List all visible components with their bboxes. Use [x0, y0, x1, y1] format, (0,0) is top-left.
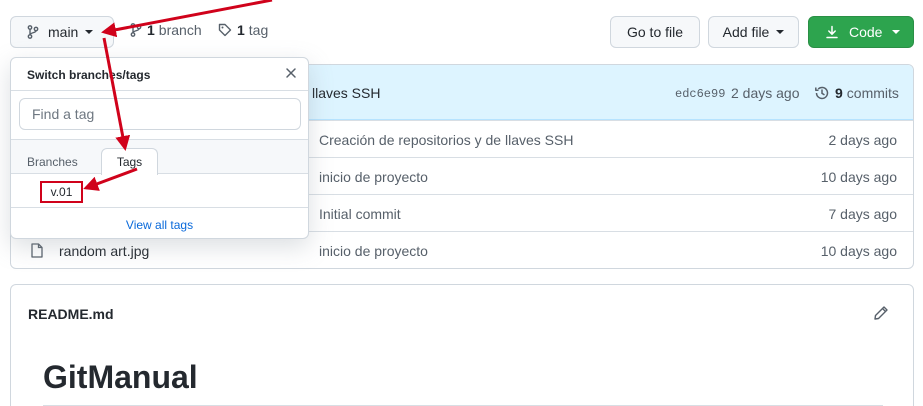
tags-link[interactable]: 1 tag — [218, 22, 268, 38]
go-to-file-label: Go to file — [626, 24, 684, 40]
divider — [11, 207, 308, 208]
tags-count: 1 — [237, 22, 245, 38]
file-commit-message[interactable]: Creación de repositorios y de llaves SSH — [319, 132, 573, 148]
commit-age: 2 days ago — [731, 85, 800, 101]
branches-count: 1 — [147, 22, 155, 38]
tag-name: v.01 — [50, 185, 73, 199]
commits-count: 9 — [835, 85, 843, 101]
history-icon — [815, 86, 829, 100]
pencil-icon[interactable] — [873, 305, 889, 321]
commits-link[interactable]: 9 commits — [814, 85, 899, 101]
go-to-file-button[interactable]: Go to file — [610, 16, 700, 48]
close-icon[interactable] — [284, 66, 298, 80]
file-commit-message[interactable]: Initial commit — [319, 206, 401, 222]
branch-select-button[interactable]: main — [10, 16, 114, 48]
file-age: 10 days ago — [820, 243, 897, 259]
file-name[interactable]: random art.jpg — [59, 243, 149, 259]
file-age: 7 days ago — [828, 206, 898, 222]
commits-label: commits — [846, 85, 899, 101]
code-label: Code — [849, 24, 883, 40]
chevron-down-icon — [85, 30, 94, 34]
commit-message[interactable]: llaves SSH — [312, 85, 380, 101]
code-button[interactable]: Code — [808, 16, 914, 48]
commit-sha[interactable]: edc6e99 — [675, 87, 725, 101]
add-file-button[interactable]: Add file — [708, 16, 799, 48]
download-icon — [826, 25, 838, 39]
readme-panel: README.md GitManual — [10, 284, 914, 406]
file-icon — [31, 243, 43, 258]
git-branch-icon — [130, 23, 142, 37]
chevron-down-icon — [892, 30, 901, 34]
chevron-down-icon — [776, 30, 785, 34]
find-tag-input[interactable] — [19, 98, 301, 130]
file-age: 10 days ago — [820, 169, 897, 185]
tab-tags[interactable]: Tags — [101, 148, 158, 175]
file-age: 2 days ago — [828, 132, 898, 148]
tab-tags-label: Tags — [116, 155, 143, 169]
file-commit-message[interactable]: inicio de proyecto — [319, 169, 428, 185]
tag-icon — [218, 23, 232, 37]
tags-label: tag — [248, 22, 269, 38]
view-all-tags-link[interactable]: View all tags — [11, 218, 308, 232]
tag-list-item[interactable]: v.01 — [40, 181, 83, 203]
branches-link[interactable]: 1 branch — [130, 22, 202, 38]
file-commit-message[interactable]: inicio de proyecto — [319, 243, 428, 259]
git-branch-icon — [27, 25, 39, 39]
branch-name: main — [48, 24, 79, 40]
switch-branch-dropdown: Switch branches/tags Branches Tags v.01 … — [10, 57, 309, 239]
add-file-label: Add file — [722, 24, 770, 40]
readme-filename: README.md — [28, 306, 114, 322]
divider — [11, 90, 308, 91]
branches-label: branch — [158, 22, 202, 38]
tab-branches[interactable]: Branches — [27, 155, 78, 169]
readme-heading: GitManual — [43, 359, 198, 395]
dropdown-title: Switch branches/tags — [27, 68, 151, 82]
